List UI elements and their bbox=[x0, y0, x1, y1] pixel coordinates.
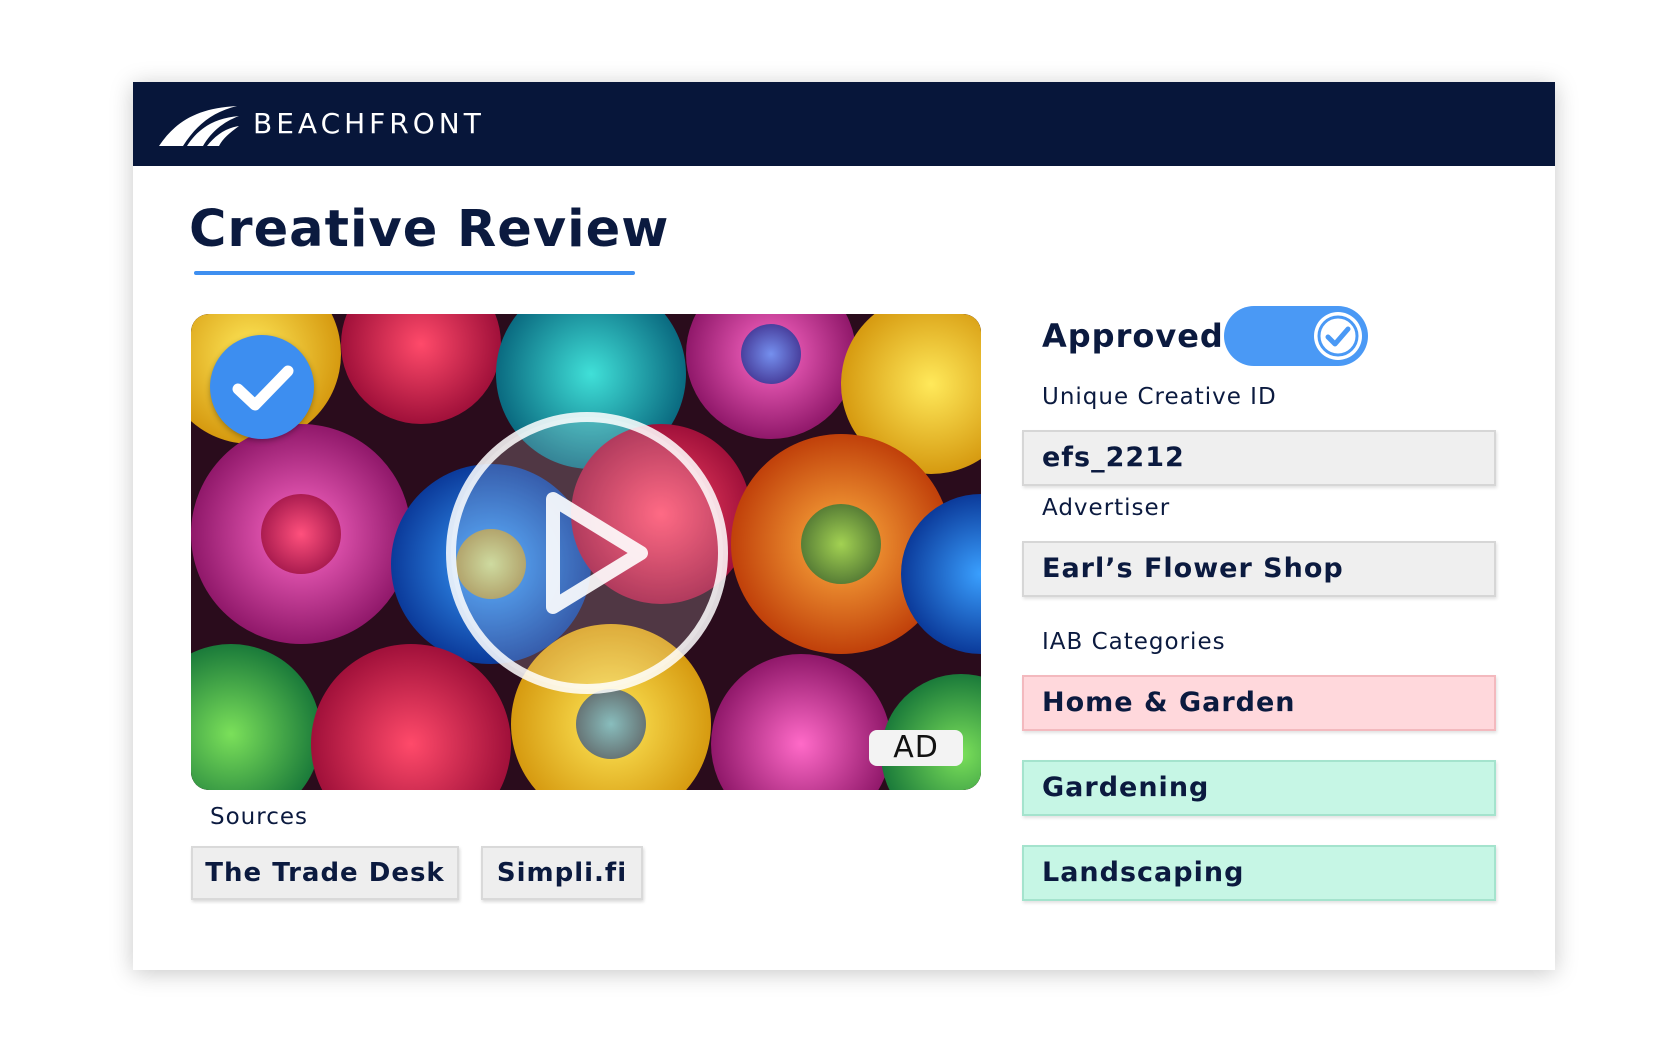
approved-toggle[interactable] bbox=[1224, 306, 1368, 366]
iab-category-landscaping[interactable]: Landscaping bbox=[1022, 845, 1496, 901]
source-chip-trade-desk[interactable]: The Trade Desk bbox=[191, 846, 459, 900]
advertiser-label: Advertiser bbox=[1042, 495, 1171, 521]
check-icon bbox=[232, 365, 294, 411]
approved-badge bbox=[210, 335, 314, 439]
sources-label: Sources bbox=[210, 804, 308, 830]
approved-label: Approved bbox=[1042, 317, 1224, 355]
creative-review-card: BEACHFRONT Creative Review AD Sources Th… bbox=[133, 82, 1555, 970]
iab-category-home-garden[interactable]: Home & Garden bbox=[1022, 675, 1496, 731]
brand-name: BEACHFRONT bbox=[253, 107, 485, 140]
check-icon bbox=[1317, 315, 1359, 357]
toggle-knob bbox=[1314, 312, 1362, 360]
iab-categories-label: IAB Categories bbox=[1042, 629, 1226, 655]
creative-id-label: Unique Creative ID bbox=[1042, 384, 1277, 410]
play-button[interactable] bbox=[441, 407, 733, 699]
advertiser-field[interactable]: Earl’s Flower Shop bbox=[1022, 541, 1496, 597]
creative-id-field[interactable]: efs_2212 bbox=[1022, 430, 1496, 486]
top-bar: BEACHFRONT bbox=[133, 82, 1555, 166]
beachfront-wave-logo bbox=[159, 106, 239, 146]
creative-preview[interactable]: AD bbox=[191, 314, 981, 790]
title-underline bbox=[194, 271, 635, 275]
iab-category-gardening[interactable]: Gardening bbox=[1022, 760, 1496, 816]
source-chip-simplifi[interactable]: Simpli.fi bbox=[481, 846, 643, 900]
ad-tag: AD bbox=[869, 730, 963, 766]
page-title: Creative Review bbox=[189, 200, 670, 259]
play-icon bbox=[446, 412, 728, 694]
